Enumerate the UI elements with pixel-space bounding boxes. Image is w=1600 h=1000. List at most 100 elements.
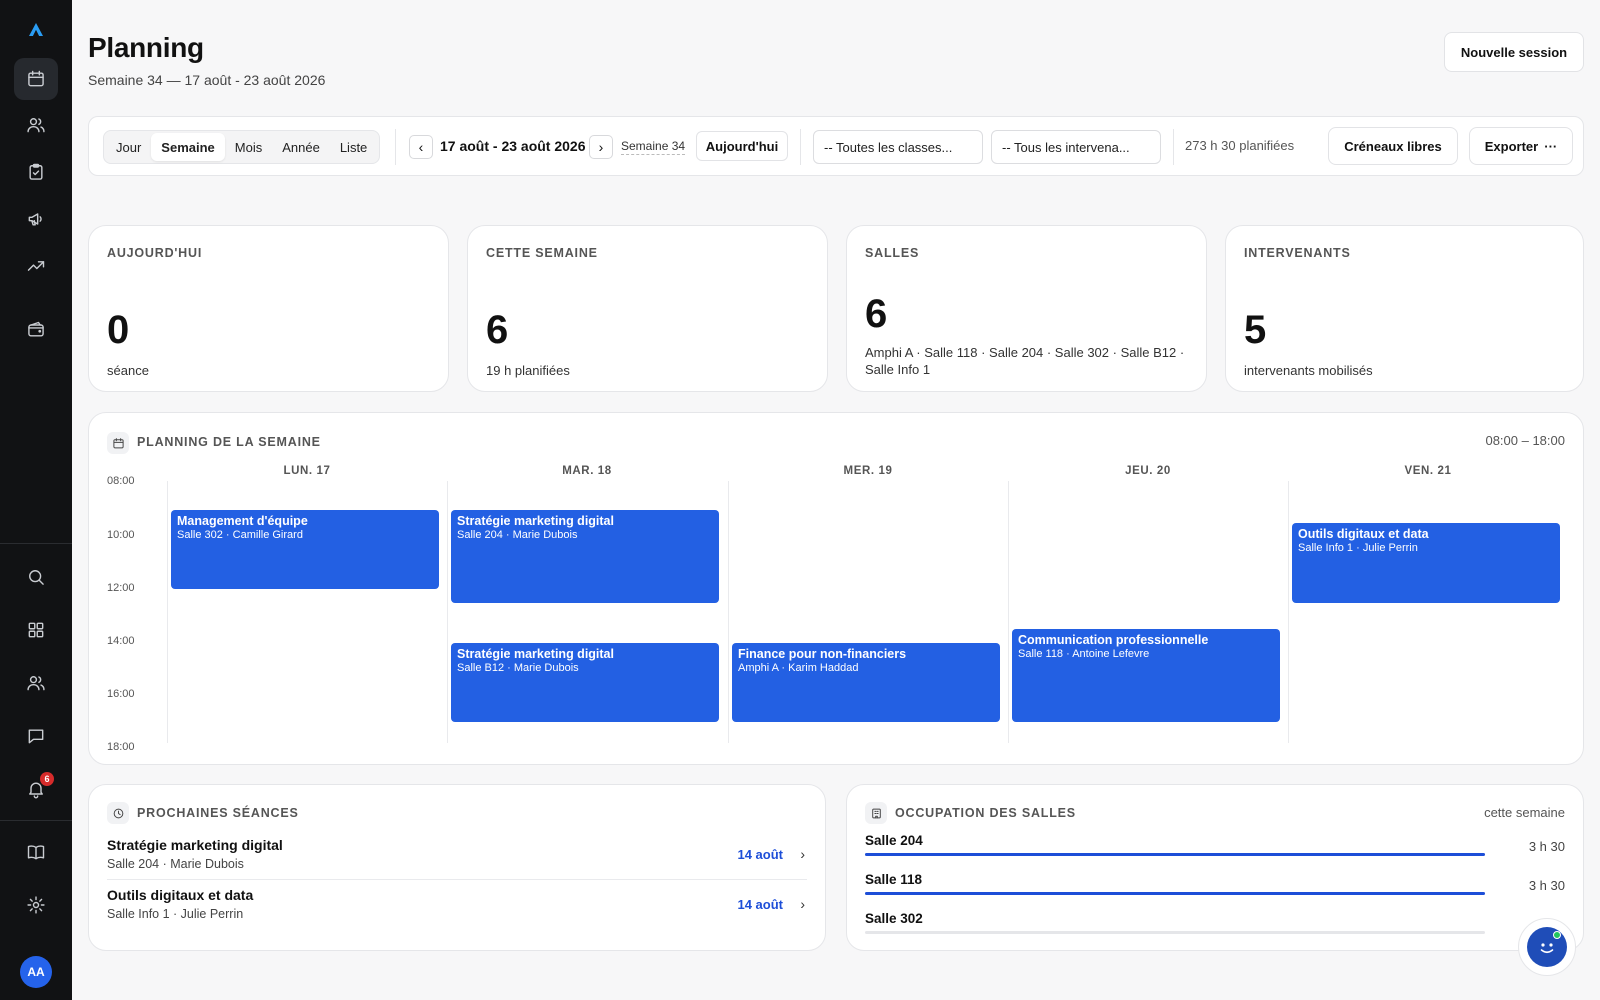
sidebar-item-notifications[interactable]: 6 (14, 768, 58, 810)
hour-label: 08:00 (107, 475, 135, 487)
list-item[interactable]: Outils digitaux et data Salle Info 1 · J… (107, 887, 807, 935)
hour-label: 14:00 (107, 635, 135, 647)
sidebar-item-analytics[interactable] (14, 245, 58, 287)
stat-value: 6 (486, 308, 509, 352)
event-details: Salle 118 · Antoine Lefevre (1018, 648, 1150, 661)
session-details: Salle Info 1 · Julie Perrin (107, 907, 244, 921)
list-divider (107, 879, 807, 880)
stat-card-speakers: INTERVENANTS 5 intervenants mobilisés (1225, 225, 1584, 392)
chat-assistant-button[interactable] (1518, 918, 1576, 976)
view-list-button[interactable]: Liste (330, 133, 377, 161)
sidebar-item-settings[interactable] (14, 884, 58, 926)
event-title: Stratégie marketing digital (457, 646, 614, 661)
event-title: Management d'équipe (177, 513, 308, 528)
trending-up-icon (27, 261, 45, 271)
sidebar-item-finance[interactable] (14, 309, 58, 351)
view-day-button[interactable]: Jour (106, 133, 151, 161)
list-item[interactable]: Stratégie marketing digital Salle 204 · … (107, 837, 807, 885)
free-slots-button[interactable]: Créneaux libres (1328, 127, 1458, 165)
calendar-event[interactable]: Management d'équipe Salle 302 · Camille G… (171, 509, 439, 590)
message-icon (28, 729, 44, 744)
chevron-left-icon: ‹ (418, 139, 424, 155)
search-icon (29, 570, 44, 585)
page-title: Planning (88, 32, 204, 63)
sidebar-item-team[interactable] (14, 662, 58, 704)
room-hours: 3 h 30 (1528, 878, 1565, 893)
grid-icon (28, 622, 44, 638)
toolbar-divider (1173, 129, 1174, 165)
session-date: 14 août (737, 847, 783, 862)
hour-label: 18:00 (107, 741, 135, 753)
sidebar-item-campaigns[interactable] (14, 198, 58, 240)
calendar-icon (107, 432, 129, 454)
sidebar-item-planning[interactable] (14, 58, 58, 100)
notification-badge: 6 (40, 772, 54, 786)
calendar-event[interactable]: Stratégie marketing digital Salle 204 · M… (451, 509, 719, 603)
calendar-icon (28, 70, 44, 87)
speaker-select[interactable]: -- Tous les intervena... (991, 130, 1161, 164)
occupation-bar (865, 931, 1485, 934)
day-header: MER. 19 (843, 465, 893, 477)
avatar[interactable]: AA (20, 956, 52, 988)
sidebar-item-messages[interactable] (14, 715, 58, 757)
stat-value: 5 (1244, 308, 1267, 352)
occupation-bar (865, 892, 1485, 895)
toolbar-divider (800, 129, 801, 165)
upcoming-sessions-panel: PROCHAINES SÉANCES Stratégie marketing d… (88, 784, 826, 951)
calendar-event[interactable]: Outils digitaux et data Salle Info 1 · Ju… (1292, 522, 1560, 603)
day-column-line (728, 481, 729, 743)
calendar-event[interactable]: Stratégie marketing digital Salle B12 · M… (451, 642, 719, 723)
stat-value: 6 (865, 292, 888, 336)
day-header: LUN. 17 (283, 465, 331, 477)
event-details: Salle 204 · Marie Dubois (457, 528, 578, 541)
session-title: Outils digitaux et data (107, 887, 254, 903)
day-column-line (167, 481, 168, 743)
prev-week-button[interactable]: ‹ (409, 135, 433, 159)
class-select[interactable]: -- Toutes les classes... (813, 130, 983, 164)
sidebar-item-docs[interactable] (14, 831, 58, 873)
export-label: Exporter (1484, 138, 1539, 154)
room-name: Salle 204 (865, 833, 923, 848)
period-label: cette semaine (1484, 805, 1565, 820)
hour-label: 10:00 (107, 529, 135, 541)
toolbar-divider (395, 129, 396, 165)
sidebar-item-search[interactable] (14, 556, 58, 598)
view-year-button[interactable]: Année (272, 133, 330, 161)
chevron-right-icon: › (598, 139, 604, 155)
export-button[interactable]: Exporter ··· (1469, 127, 1573, 165)
clipboard-check-icon (29, 163, 43, 180)
session-title: Stratégie marketing digital (107, 837, 283, 853)
sidebar-item-apps[interactable] (14, 609, 58, 651)
session-date: 14 août (737, 897, 783, 912)
hour-label: 16:00 (107, 688, 135, 700)
room-row: Salle 302 (865, 911, 1565, 945)
stat-caption: séance (107, 363, 149, 378)
event-title: Communication professionnelle (1018, 633, 1209, 648)
sidebar-divider (0, 543, 72, 544)
app-logo[interactable] (24, 18, 48, 42)
sidebar: 6 AA (0, 0, 72, 1000)
more-icon: ··· (1544, 138, 1558, 154)
hour-label: 12:00 (107, 582, 135, 594)
week-number[interactable]: Semaine 34 (621, 139, 686, 155)
event-title: Stratégie marketing digital (457, 513, 614, 528)
sidebar-item-learners[interactable] (14, 104, 58, 146)
stat-label: INTERVENANTS (1244, 246, 1351, 260)
view-week-button[interactable]: Semaine (151, 133, 225, 161)
stat-caption: 19 h planifiées (486, 363, 570, 378)
room-row: Salle 204 3 h 30 (865, 833, 1565, 867)
next-week-button[interactable]: › (589, 135, 613, 159)
view-month-button[interactable]: Mois (225, 133, 272, 161)
occupation-bar-fill (865, 892, 1485, 895)
today-button[interactable]: Aujourd'hui (696, 131, 788, 161)
megaphone-icon (28, 213, 42, 226)
book-open-icon (27, 845, 45, 860)
calendar-event[interactable]: Communication professionnelle Salle 118 ·… (1012, 629, 1280, 723)
event-details: Salle B12 · Marie Dubois (457, 661, 579, 674)
calendar-event[interactable]: Finance pour non-financiers Amphi A · Kar… (732, 642, 1000, 723)
sidebar-item-tasks[interactable] (14, 151, 58, 193)
page-subtitle: Semaine 34 — 17 août - 23 août 2026 (88, 72, 326, 88)
new-session-button[interactable]: Nouvelle session (1444, 32, 1584, 72)
day-column-line (1008, 481, 1009, 743)
stat-card-today: AUJOURD'HUI 0 séance (88, 225, 449, 392)
